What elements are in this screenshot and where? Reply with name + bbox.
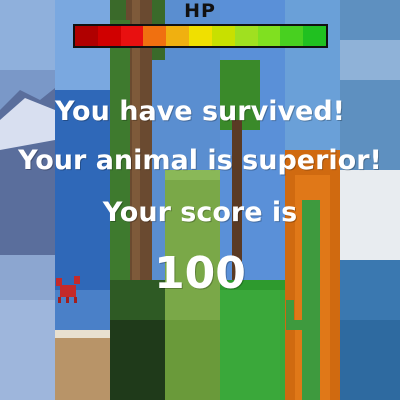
hp-segment xyxy=(211,26,235,46)
hp-segment xyxy=(143,26,167,46)
hp-segment xyxy=(234,26,258,46)
game-over-overlay: HP You have survived! Your animal is sup… xyxy=(0,0,400,400)
hp-label: HP xyxy=(184,0,216,22)
superior-message: Your animal is superior! xyxy=(18,145,382,176)
hp-segment xyxy=(303,26,326,46)
hp-segment xyxy=(257,26,281,46)
hp-segment xyxy=(75,26,98,46)
hp-segment xyxy=(189,26,212,46)
hp-segment xyxy=(166,26,190,46)
score-label: Your score is xyxy=(102,197,298,228)
hp-segment xyxy=(280,26,304,46)
score-value: 100 xyxy=(154,248,246,299)
hp-bar xyxy=(73,24,328,48)
survived-message: You have survived! xyxy=(54,96,345,127)
hp-segment xyxy=(120,26,144,46)
hp-segment xyxy=(97,26,121,46)
